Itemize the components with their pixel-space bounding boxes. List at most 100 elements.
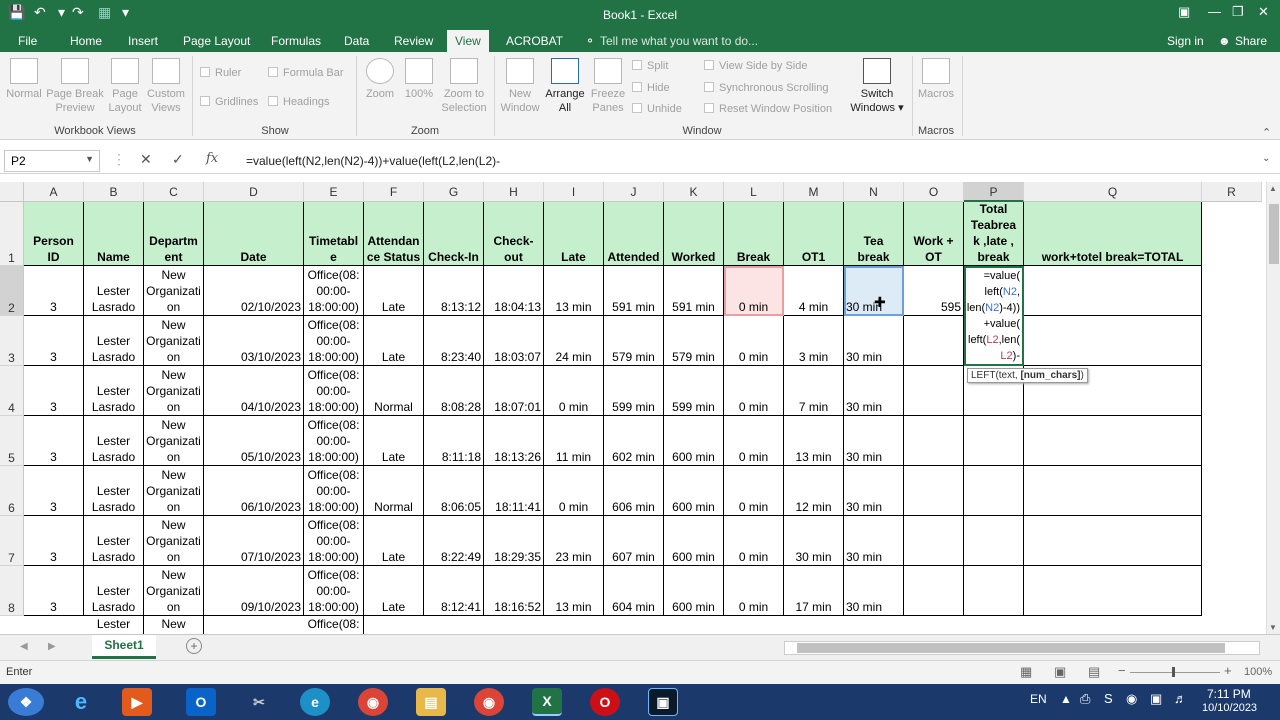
- column-header-r[interactable]: R: [1202, 182, 1262, 202]
- zoom-slider-thumb[interactable]: [1172, 667, 1175, 677]
- cell-id[interactable]: 3: [24, 516, 84, 566]
- cell-date[interactable]: 02/10/2023: [204, 266, 304, 316]
- sheet-tab-sheet1[interactable]: Sheet1: [92, 635, 156, 659]
- tab-formulas[interactable]: Formulas: [271, 34, 321, 48]
- cell-ot1[interactable]: 12 min: [784, 466, 844, 516]
- excel-icon[interactable]: X: [532, 688, 562, 716]
- cell-dept[interactable]: New Organizati on: [144, 466, 204, 516]
- row-header[interactable]: 3: [0, 316, 24, 366]
- cell-status[interactable]: Late: [364, 516, 424, 566]
- column-header-p[interactable]: P: [964, 182, 1024, 202]
- cell-status[interactable]: Normal: [364, 466, 424, 516]
- cell-total-teabreak[interactable]: [964, 516, 1024, 566]
- restore-icon[interactable]: ❐: [1232, 4, 1244, 20]
- cell-timetable[interactable]: Office(08: 00:00- 18:00:00): [304, 466, 364, 516]
- cell-checkout[interactable]: 18:07:01: [484, 366, 544, 416]
- column-header-g[interactable]: G: [424, 182, 484, 202]
- cell-ot1[interactable]: 13 min: [784, 416, 844, 466]
- column-header-a[interactable]: A: [24, 182, 84, 202]
- cell-checkout[interactable]: 18:03:07: [484, 316, 544, 366]
- cancel-icon[interactable]: ✕: [140, 151, 152, 168]
- header-cell-a[interactable]: Person ID: [24, 202, 84, 266]
- volume-icon[interactable]: ♬: [1174, 691, 1187, 706]
- switch-windows-button[interactable]: Switch Windows ▾: [846, 58, 908, 115]
- cell-total-teabreak[interactable]: [964, 566, 1024, 616]
- cell-id[interactable]: 3: [24, 366, 84, 416]
- cell-tea[interactable]: 30 min: [844, 416, 904, 466]
- cell-checkin[interactable]: 8:23:40: [424, 316, 484, 366]
- page-break-preview-button[interactable]: Page Break Preview: [46, 58, 104, 115]
- synchronous-scrolling-button[interactable]: Synchronous Scrolling: [704, 82, 828, 94]
- opera-icon[interactable]: O: [590, 688, 620, 716]
- clock-time[interactable]: 7:11 PM: [1207, 687, 1251, 701]
- zoom-button[interactable]: Zoom: [362, 58, 398, 101]
- cell-total[interactable]: [1024, 566, 1202, 616]
- header-cell-b[interactable]: Name: [84, 202, 144, 266]
- cell-checkin[interactable]: 8:22:49: [424, 516, 484, 566]
- column-header-j[interactable]: J: [604, 182, 664, 202]
- cell-checkin[interactable]: 8:08:28: [424, 366, 484, 416]
- expand-formula-bar-icon[interactable]: ⌄: [1262, 153, 1270, 164]
- row-header[interactable]: 4: [0, 366, 24, 416]
- freeze-panes-button[interactable]: Freeze Panes: [588, 58, 628, 115]
- select-all-corner[interactable]: [0, 182, 24, 202]
- zoom-to-selection-button[interactable]: Zoom to Selection: [438, 58, 490, 115]
- cell-worked[interactable]: 591 min: [664, 266, 724, 316]
- cell-tea[interactable]: 30 min: [844, 516, 904, 566]
- column-header-d[interactable]: D: [204, 182, 304, 202]
- cell-late[interactable]: 0 min: [544, 366, 604, 416]
- cell-total-teabreak[interactable]: [964, 416, 1024, 466]
- cell-late[interactable]: 24 min: [544, 316, 604, 366]
- cell-dept[interactable]: New Organizati on: [144, 516, 204, 566]
- cell-dept[interactable]: New Organizati on: [144, 366, 204, 416]
- row-header[interactable]: 8: [0, 566, 24, 616]
- cell-break[interactable]: 0 min: [724, 316, 784, 366]
- header-cell-g[interactable]: Check-In: [424, 202, 484, 266]
- tab-data[interactable]: Data: [344, 34, 369, 48]
- prev-sheet-icon[interactable]: ◀: [20, 641, 28, 652]
- cell-dept[interactable]: New Organizati: [144, 616, 204, 634]
- cell-total[interactable]: [1024, 266, 1202, 316]
- cell-edit-box[interactable]: =value(left(N2, len(N2)-4)) +value(left(L2…: [964, 266, 1024, 366]
- start-icon[interactable]: ❖: [8, 688, 44, 716]
- header-cell-h[interactable]: Check- out: [484, 202, 544, 266]
- column-header-o[interactable]: O: [904, 182, 964, 202]
- vertical-scroll-thumb[interactable]: [1269, 204, 1279, 264]
- cell-checkout[interactable]: 18:29:35: [484, 516, 544, 566]
- network-icon[interactable]: ▣: [1150, 691, 1162, 707]
- chrome-icon[interactable]: ◉: [358, 688, 388, 716]
- zoom-level[interactable]: 100%: [1244, 666, 1272, 678]
- column-header-h[interactable]: H: [484, 182, 544, 202]
- tab-acrobat[interactable]: ACROBAT: [506, 34, 563, 48]
- cell-workot[interactable]: [904, 516, 964, 566]
- cell-name[interactable]: Lester Lasrado: [84, 566, 144, 616]
- header-cell-i[interactable]: Late: [544, 202, 604, 266]
- camera-icon[interactable]: ◉: [1126, 691, 1137, 707]
- header-cell-k[interactable]: Worked: [664, 202, 724, 266]
- header-cell-p[interactable]: Total Teabrea k ,late , break: [964, 202, 1024, 266]
- name-box-dropdown-icon[interactable]: ▼: [85, 154, 94, 164]
- tell-me-input[interactable]: Tell me what you want to do...: [600, 34, 758, 48]
- cell-timetable[interactable]: Office(08: 00:00- 18:00:00): [304, 516, 364, 566]
- column-header-q[interactable]: Q: [1024, 182, 1202, 202]
- cell-late[interactable]: 11 min: [544, 416, 604, 466]
- tab-file[interactable]: File: [18, 34, 37, 48]
- tab-home[interactable]: Home: [70, 34, 102, 48]
- cell-break[interactable]: 0 min: [724, 266, 784, 316]
- headings-checkbox[interactable]: Headings: [268, 96, 329, 108]
- column-header-n[interactable]: N: [844, 182, 904, 202]
- cell-name[interactable]: Lester Lasrado: [84, 416, 144, 466]
- cell-tea[interactable]: 30 min: [844, 316, 904, 366]
- header-cell-e[interactable]: Timetabl e: [304, 202, 364, 266]
- cell-checkin[interactable]: 8:12:41: [424, 566, 484, 616]
- edge-icon[interactable]: e: [300, 688, 330, 716]
- cell-worked[interactable]: 600 min: [664, 516, 724, 566]
- row-header[interactable]: 2: [0, 266, 24, 316]
- cell-id[interactable]: 3: [24, 466, 84, 516]
- next-sheet-icon[interactable]: ▶: [48, 641, 56, 652]
- horizontal-scrollbar[interactable]: [784, 641, 1260, 655]
- cell-total[interactable]: [1024, 316, 1202, 366]
- cell-attended[interactable]: 606 min: [604, 466, 664, 516]
- chrome-profile-icon[interactable]: ◉: [474, 688, 504, 716]
- cell-attended[interactable]: 599 min: [604, 366, 664, 416]
